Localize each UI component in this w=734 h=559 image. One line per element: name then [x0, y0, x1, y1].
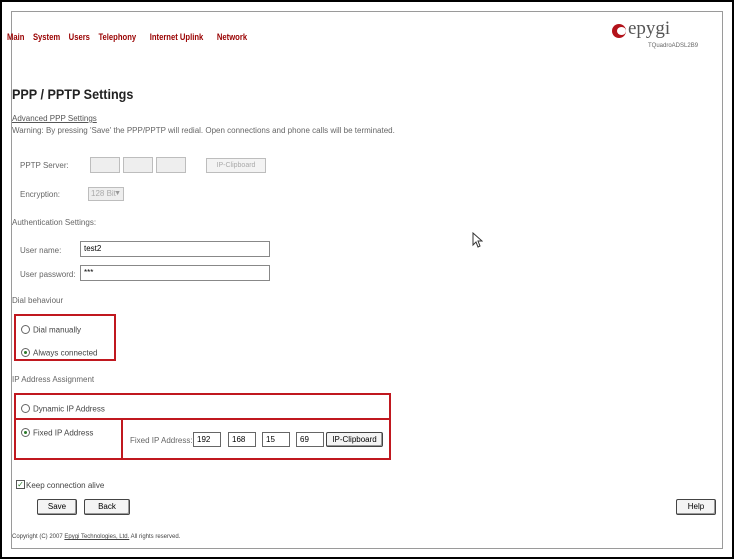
fixed-ip-clipboard-button[interactable]: IP-Clipboard [326, 432, 383, 447]
dynamic-ip-radio[interactable] [21, 404, 30, 414]
always-connected-label: Always connected [33, 348, 98, 358]
copyright-suffix: All rights reserved. [130, 534, 181, 540]
save-button[interactable]: Save [37, 499, 77, 515]
dial-manually-label: Dial manually [33, 325, 82, 335]
fixed-ip-octet-4[interactable]: 69 [296, 432, 324, 447]
nav-internet-uplink[interactable]: Internet Uplink [150, 32, 204, 42]
dynamic-ip-label: Dynamic IP Address [33, 404, 105, 414]
fixed-ip-address-label: Fixed IP Address: [130, 436, 193, 445]
encryption-select: 128 Bit ▼ [88, 187, 124, 201]
dial-heading: Dial behaviour [12, 296, 64, 305]
nav-network[interactable]: Network [217, 32, 247, 42]
advanced-ppp-settings-link[interactable]: Advanced PPP Settings [12, 114, 97, 123]
ip-heading: IP Address Assignment [12, 375, 95, 384]
password-input[interactable]: *** [80, 265, 270, 281]
keep-alive-checkbox[interactable]: ✓ [16, 480, 25, 489]
username-input[interactable]: test2 [80, 241, 270, 257]
fixed-ip-octet-2[interactable]: 168 [228, 432, 256, 447]
page-title: PPP / PPTP Settings [12, 86, 134, 102]
copyright-footer: Copyright (C) 2007 Epygi Technologies, L… [12, 534, 180, 540]
fixed-ip-radio[interactable] [21, 428, 30, 438]
nav-users[interactable]: Users [69, 32, 90, 42]
brand-logo: epygi [612, 18, 712, 44]
fixed-ip-octet-1[interactable]: 192 [193, 432, 221, 447]
warning-text: Warning: By pressing 'Save' the PPP/PPTP… [12, 126, 395, 135]
dynamic-ip-option[interactable]: Dynamic IP Address [21, 400, 105, 418]
pptp-server-label: PPTP Server: [20, 161, 69, 170]
company-link[interactable]: Epygi Technologies, Ltd. [64, 534, 129, 540]
mouse-cursor-icon [472, 231, 484, 253]
always-connected-radio[interactable] [21, 348, 30, 358]
nav-telephony[interactable]: Telephony [98, 32, 136, 42]
keep-alive-label: Keep connection alive [26, 481, 105, 490]
fixed-ip-label: Fixed IP Address [33, 428, 94, 438]
username-label: User name: [20, 246, 62, 255]
fixed-ip-divider [121, 418, 123, 460]
pptp-ip-octet-1 [90, 157, 120, 173]
dial-manually-option[interactable]: Dial manually [21, 321, 81, 339]
pptp-ip-clipboard-button: IP-Clipboard [206, 158, 266, 173]
pptp-ip-octet-3 [156, 157, 186, 173]
auth-heading: Authentication Settings: [12, 218, 97, 227]
password-label: User password: [20, 270, 76, 279]
back-button[interactable]: Back [84, 499, 130, 515]
help-button[interactable]: Help [676, 499, 716, 515]
fixed-ip-octet-3[interactable]: 15 [262, 432, 290, 447]
always-connected-option[interactable]: Always connected [21, 344, 97, 362]
main-nav: Main System Users Telephony Internet Uplink N… [7, 32, 256, 42]
chevron-down-icon: ▼ [114, 190, 121, 197]
device-model: TQuadroADSL2B9 [648, 43, 699, 49]
pptp-ip-octet-2 [123, 157, 153, 173]
nav-main[interactable]: Main [7, 32, 24, 42]
logo-text: epygi [628, 18, 671, 39]
logo-mark-icon [612, 24, 626, 38]
fixed-ip-option[interactable]: Fixed IP Address [21, 424, 93, 442]
dial-manually-radio[interactable] [21, 325, 30, 335]
nav-system[interactable]: System [33, 32, 60, 42]
encryption-value: 128 Bit [91, 189, 116, 198]
copyright-prefix: Copyright (C) 2007 [12, 534, 63, 540]
encryption-label: Encryption: [20, 190, 61, 199]
